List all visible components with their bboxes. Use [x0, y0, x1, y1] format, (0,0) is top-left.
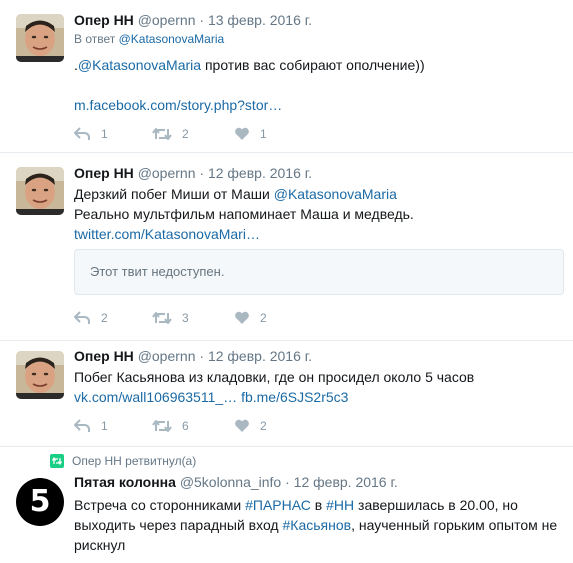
text-segment: в	[310, 497, 327, 513]
reply-count: 1	[101, 127, 108, 141]
author-username[interactable]: @opernn	[138, 348, 196, 364]
external-link-vk[interactable]: vk.com/wall106963511_…	[74, 389, 237, 405]
author-username[interactable]: @5kolonna_info	[180, 474, 281, 490]
heart-icon	[235, 127, 249, 140]
separator-dot: ·	[199, 12, 205, 28]
tweet-text-line1: Дерзкий побег Миши от Маши	[74, 186, 274, 202]
tweet-timestamp[interactable]: 12 февр. 2016 г.	[208, 165, 312, 181]
like-button[interactable]: 2	[234, 419, 267, 433]
hashtag-link[interactable]: #Касьянов	[283, 517, 352, 533]
reply-icon	[74, 127, 90, 140]
avatar[interactable]	[16, 167, 64, 215]
external-link-fb[interactable]: fb.me/6SJS2r5c3	[241, 389, 348, 405]
avatar-image	[16, 351, 64, 399]
retweet-count: 3	[182, 311, 189, 325]
tweet-timestamp[interactable]: 13 февр. 2016 г.	[208, 12, 312, 28]
text-segment: , наученный горьким опытом не	[351, 517, 558, 533]
text-segment: выходить через парадный вход	[74, 517, 283, 533]
reply-button[interactable]: 2	[74, 311, 152, 325]
tweet-text: .@KatasonovaMaria против вас собирают оп…	[74, 55, 563, 75]
author-fullname[interactable]: Опер НН	[74, 12, 134, 28]
author-fullname[interactable]: Опер НН	[74, 348, 134, 364]
external-link[interactable]: m.facebook.com/story.php?stor…	[74, 97, 282, 113]
tweet-text-line2: Реально мультфильм напоминает Маша и мед…	[74, 206, 414, 222]
hashtag-link[interactable]: #ПАРНАС	[245, 497, 311, 513]
avatar[interactable]: 5	[16, 478, 64, 526]
reply-count: 1	[101, 419, 108, 433]
avatar-image	[16, 167, 64, 215]
mention-link[interactable]: @KatasonovaMaria	[274, 186, 397, 202]
quoted-tweet-text: Этот твит недоступен.	[90, 264, 225, 279]
author-fullname[interactable]: Пятая колонна	[74, 474, 176, 490]
retweet-icon	[152, 420, 172, 432]
reply-context-label: В ответ	[74, 32, 119, 46]
tweet-text: Встреча со сторонниками #ПАРНАС в #НН за…	[74, 495, 563, 515]
quoted-tweet-unavailable: Этот твит недоступен.	[74, 249, 564, 295]
tweet-timestamp[interactable]: 12 февр. 2016 г.	[294, 474, 398, 490]
like-button[interactable]: 2	[234, 311, 267, 325]
tweet-3[interactable]: Опер НН @opernn · 12 февр. 2016 г. Побег…	[0, 341, 573, 447]
author-fullname[interactable]: Опер НН	[74, 165, 134, 181]
retweet-icon	[152, 128, 172, 140]
avatar-digit: 5	[29, 484, 51, 519]
reply-context-mention[interactable]: @KatasonovaMaria	[119, 32, 225, 46]
text-segment: завершилась в 20.00, но	[354, 497, 518, 513]
retweet-count: 6	[182, 419, 189, 433]
tweet-text-body: против вас собирают ополчение))	[201, 57, 425, 73]
tweet-text: Дерзкий побег Миши от Маши @KatasonovaMa…	[74, 184, 563, 204]
like-button[interactable]: 1	[234, 127, 267, 141]
mention-link[interactable]: @KatasonovaMaria	[78, 57, 201, 73]
tweet-timestamp[interactable]: 12 февр. 2016 г.	[208, 348, 312, 364]
like-count: 2	[260, 419, 267, 433]
reply-count: 2	[101, 311, 108, 325]
tweet-text-line2: выходить через парадный вход #Касьянов, …	[74, 515, 563, 535]
avatar[interactable]	[16, 351, 64, 399]
heart-icon	[235, 311, 249, 324]
avatar-image	[16, 14, 64, 62]
text-segment: Встреча со сторонниками	[74, 497, 246, 513]
reply-button[interactable]: 1	[74, 127, 152, 141]
hashtag-link[interactable]: #НН	[326, 497, 354, 513]
tweet-4[interactable]: 5 Пятая колонна @5kolonna_info · 12 февр…	[0, 447, 573, 563]
separator-dot: ·	[199, 165, 205, 181]
retweet-button[interactable]: 3	[152, 311, 234, 325]
retweet-count: 2	[182, 127, 189, 141]
author-username[interactable]: @opernn	[138, 165, 196, 181]
retweet-icon	[152, 312, 172, 324]
tweet-text-line3: рискнул	[74, 537, 126, 553]
reply-icon	[74, 419, 90, 432]
like-count: 1	[260, 127, 267, 141]
avatar[interactable]	[16, 14, 64, 62]
reply-button[interactable]: 1	[74, 419, 152, 433]
retweet-button[interactable]: 6	[152, 419, 234, 433]
author-username[interactable]: @opernn	[138, 12, 196, 28]
heart-icon	[235, 419, 249, 432]
separator-dot: ·	[285, 474, 290, 490]
tweet-2[interactable]: Опер НН @opernn · 12 февр. 2016 г. Дерзк…	[0, 153, 573, 341]
separator-dot: ·	[199, 348, 205, 364]
tweet-text: Побег Касьянова из кладовки, где он прос…	[74, 369, 475, 385]
like-count: 2	[260, 311, 267, 325]
reply-context: В ответ @KatasonovaMaria	[74, 31, 563, 47]
retweet-button[interactable]: 2	[152, 127, 234, 141]
tweet-1[interactable]: Опер НН @opernn · 13 февр. 2016 г. В отв…	[0, 0, 573, 153]
reply-icon	[74, 311, 90, 324]
external-link[interactable]: twitter.com/KatasonovaMari…	[74, 226, 260, 242]
